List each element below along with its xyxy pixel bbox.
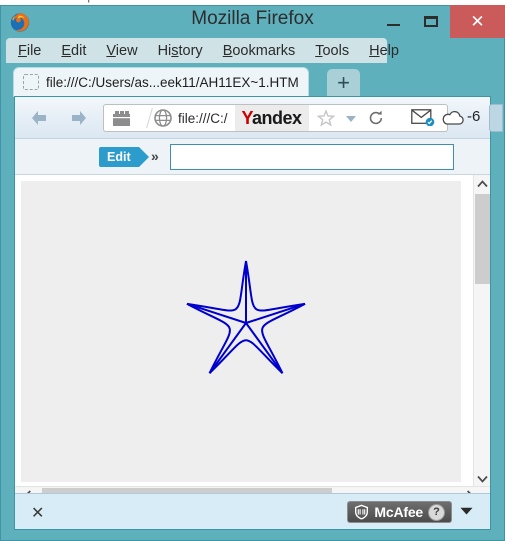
search-engine-chip[interactable]: Yandex [234,105,309,131]
page-viewport [15,175,490,529]
star-icon[interactable] [316,109,335,127]
temperature-label: -6 [467,108,481,125]
new-tab-button[interactable]: + [327,69,360,96]
edit-button-label: Edit [107,150,131,164]
mcafee-label: McAfee [374,504,423,520]
overflow-chevrons-icon[interactable]: » [151,148,159,164]
minimize-button[interactable] [374,5,412,38]
identity-separator [138,105,147,131]
browser-content-panel: file:///C:/ Yandex -6 Edit » ✕ McAfee ? [14,96,503,530]
scroll-down-button[interactable] [474,470,490,487]
menu-bar: File Edit View History Bookmarks Tools H… [6,38,399,63]
minimize-icon [386,24,400,26]
tab-strip: file:///C:/Users/as...eek11/AH11EX~1.HTM… [0,63,505,96]
navigation-toolbar: file:///C:/ Yandex -6 [15,97,503,139]
menu-item-help[interactable]: Help [369,43,399,59]
close-window-button[interactable]: ✕ [450,5,505,38]
back-arrow-icon[interactable] [29,109,49,127]
close-icon: ✕ [470,11,485,31]
globe-icon [154,109,172,127]
scroll-up-button[interactable] [474,175,490,192]
forward-arrow-icon[interactable] [69,109,89,127]
url-text: file:///C:/ [178,110,228,126]
caret-down-icon[interactable] [460,507,473,515]
title-bar: Mozilla Firefox ✕ [0,5,505,38]
tab-active[interactable]: file:///C:/Users/as...eek11/AH11EX~1.HTM [14,68,308,96]
chevron-down-icon[interactable] [345,114,357,123]
vertical-scrollbar[interactable] [473,175,490,487]
tab-label: file:///C:/Users/as...eek11/AH11EX~1.HTM [46,74,299,90]
firefox-window: Mozilla Firefox ✕ File Edit View History… [0,5,505,541]
menu-item-history[interactable]: History [158,43,203,59]
page-canvas [21,181,461,482]
menu-item-view[interactable]: View [106,43,137,59]
menu-item-file[interactable]: File [18,43,41,59]
yandex-logo-initial: Y [241,108,253,128]
plus-icon: + [337,69,350,95]
status-close-button[interactable]: ✕ [31,503,44,523]
favicon-placeholder-icon [23,74,39,90]
help-button[interactable]: ? [428,503,445,521]
address-bar[interactable]: file:///C:/ Yandex [103,104,448,132]
vertical-scrollbar-thumb[interactable] [475,194,490,284]
menu-item-edit[interactable]: Edit [61,43,86,59]
maximize-button[interactable] [412,5,450,38]
bookmarks-toolbar: Edit » [15,139,490,175]
menu-item-tools[interactable]: Tools [315,43,349,59]
star-drawing [186,260,306,374]
edit-button[interactable]: Edit [99,147,149,167]
search-input[interactable] [170,144,454,170]
chevron-up-icon [476,179,488,187]
background-menu-text: File Window Help [8,0,94,3]
screenshot-root: File Window Help Mozilla Firefox ✕ File … [0,0,505,541]
reload-icon[interactable] [368,110,384,126]
cloud-icon[interactable] [441,110,465,126]
window-controls: ✕ [374,5,505,38]
mcafee-status-bar: ✕ McAfee ? [15,493,490,529]
chevron-down-icon [476,475,488,483]
mcafee-badge[interactable]: McAfee ? [347,501,452,523]
maximize-icon [424,16,438,27]
yandex-logo-text: andex [252,108,302,128]
toolbar-overflow-stub[interactable] [489,104,503,132]
mcafee-shield-icon [355,504,369,520]
menu-item-bookmarks[interactable]: Bookmarks [223,43,296,59]
mail-envelope-icon[interactable] [411,109,435,126]
